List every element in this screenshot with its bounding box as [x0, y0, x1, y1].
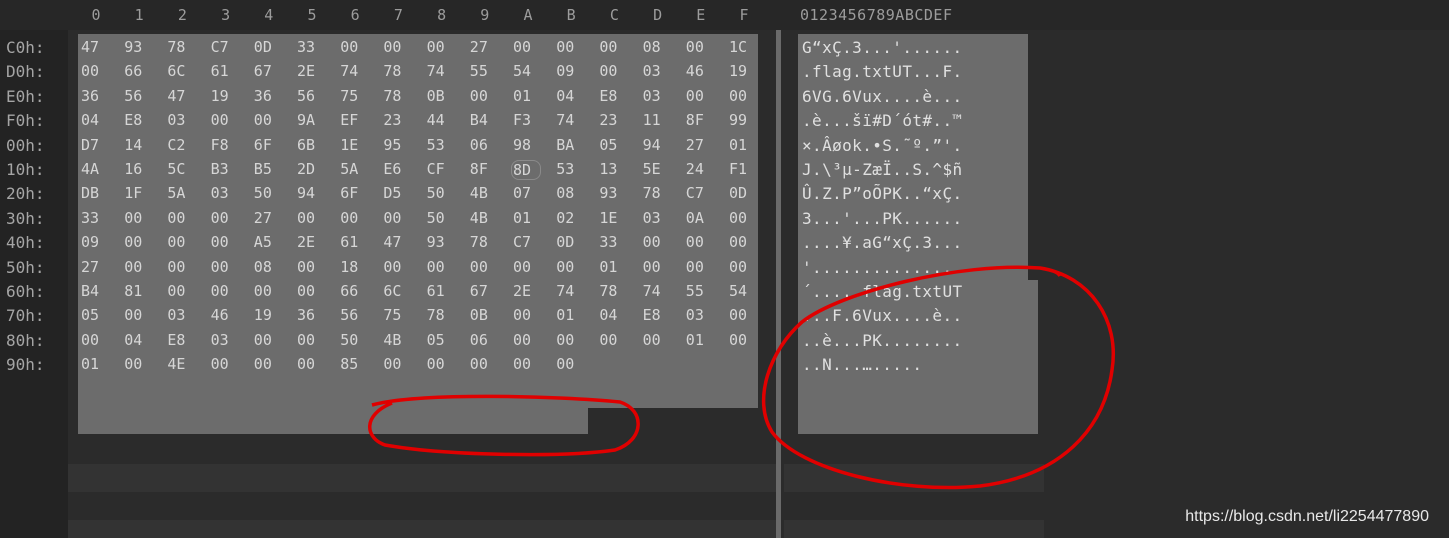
annotation-layer: [368, 265, 1115, 490]
red-circle-hex-annotation: [368, 394, 640, 457]
red-circle-ascii-annotation: [762, 265, 1115, 490]
hex-editor: 0123456789ABCDEF 0123456789ABCDEF C0h: D0…: [0, 0, 1449, 538]
watermark-url: https://blog.csdn.net/li2254477890: [1185, 508, 1429, 525]
